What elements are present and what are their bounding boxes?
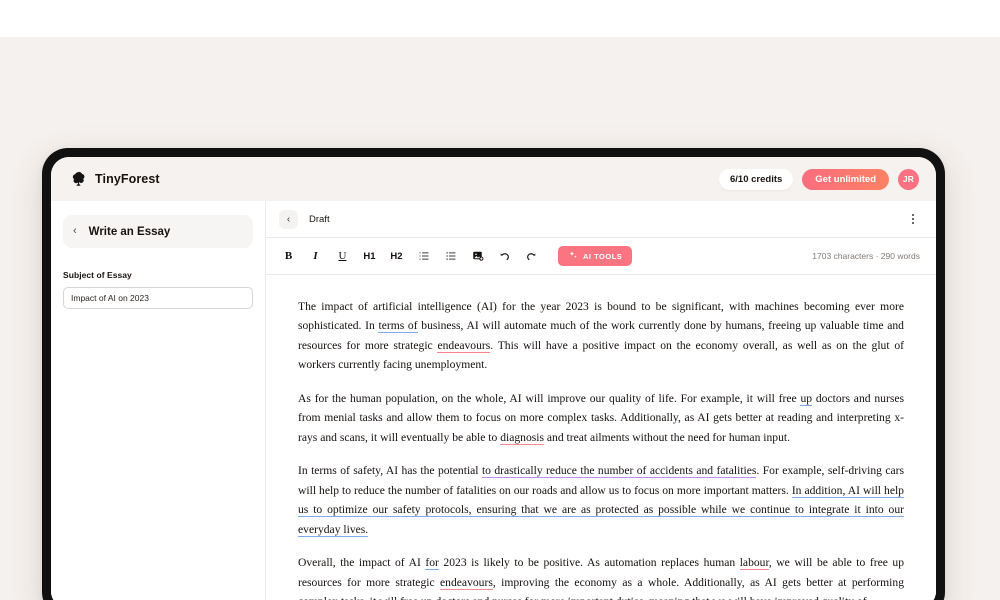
chevron-left-icon[interactable]: ‹ — [73, 226, 77, 237]
essay-paragraph: In terms of safety, AI has the potential… — [298, 461, 904, 539]
sidebar-header[interactable]: ‹ Write an Essay — [63, 215, 253, 248]
back-button[interactable]: ‹ — [279, 209, 298, 229]
header-actions: 6/10 credits Get unlimited JR — [719, 168, 919, 190]
device-frame: TinyForest 6/10 credits Get unlimited JR… — [42, 148, 945, 600]
essay-paragraph: As for the human population, on the whol… — [298, 389, 904, 447]
essay-text: As for the human population, on the whol… — [298, 391, 801, 405]
undo-button[interactable] — [494, 246, 515, 267]
essay-paragraph: Overall, the impact of AI for 2023 is li… — [298, 553, 904, 600]
character-word-count: 1703 characters · 290 words — [812, 251, 920, 261]
app-body: ‹ Write an Essay Subject of Essay ‹ Draf… — [51, 201, 936, 600]
get-unlimited-button[interactable]: Get unlimited — [802, 168, 889, 190]
bullet-list-button[interactable] — [440, 246, 461, 267]
avatar[interactable]: JR — [898, 168, 919, 190]
essay-paragraph: The impact of artificial intelligence (A… — [298, 297, 904, 375]
main-panel: ‹ Draft B I U H1 H2 AI TOOLS 1703 charac… — [266, 201, 936, 600]
app-header: TinyForest 6/10 credits Get unlimited JR — [51, 157, 936, 201]
brand-name: TinyForest — [95, 172, 160, 186]
sparkles-icon — [568, 250, 578, 262]
essay-text: Overall, the impact of AI — [298, 556, 426, 570]
suggestion-red[interactable]: labour — [739, 556, 769, 571]
suggestion-blue[interactable]: up — [800, 391, 813, 406]
subject-field-label: Subject of Essay — [63, 270, 132, 280]
redo-button[interactable] — [521, 246, 542, 267]
suggestion-red[interactable]: endeavours — [437, 338, 491, 353]
sidebar: ‹ Write an Essay Subject of Essay — [51, 201, 266, 600]
suggestion-blue[interactable]: for — [425, 556, 439, 571]
heading2-button[interactable]: H2 — [386, 246, 407, 267]
brand-logo[interactable]: TinyForest — [70, 171, 160, 188]
document-title: Draft — [309, 213, 330, 225]
screenshot-stage: TinyForest 6/10 credits Get unlimited JR… — [0, 0, 1000, 600]
ai-tools-button[interactable]: AI TOOLS — [558, 246, 633, 266]
ordered-list-button[interactable] — [413, 246, 434, 267]
sidebar-title: Write an Essay — [88, 225, 171, 238]
credits-badge[interactable]: 6/10 credits — [719, 168, 794, 190]
device-screen: TinyForest 6/10 credits Get unlimited JR… — [51, 157, 936, 600]
suggestion-red[interactable]: endeavours — [440, 575, 493, 590]
document-header: ‹ Draft — [266, 201, 936, 238]
suggestion-blue[interactable]: terms of — [378, 319, 418, 334]
heading1-button[interactable]: H1 — [359, 246, 380, 267]
suggestion-purple[interactable]: to drastically reduce the number of acci… — [481, 464, 757, 479]
essay-editor[interactable]: The impact of artificial intelligence (A… — [266, 275, 936, 600]
suggestion-red[interactable]: diagnosis — [500, 430, 545, 445]
essay-text: 2023 is likely to be positive. As automa… — [438, 556, 740, 570]
kebab-menu-icon[interactable] — [906, 211, 920, 227]
editor-toolbar: B I U H1 H2 AI TOOLS 1703 characters · 2… — [266, 238, 936, 275]
underline-button[interactable]: U — [332, 246, 353, 267]
subject-field-block: Subject of Essay — [63, 270, 253, 309]
essay-text: In terms of safety, AI has the potential — [298, 464, 482, 478]
tree-logo-icon — [70, 171, 87, 188]
essay-text: and treat ailments without the need for … — [544, 430, 790, 444]
insert-image-button[interactable] — [467, 246, 488, 267]
subject-input[interactable] — [63, 287, 253, 309]
bold-button[interactable]: B — [278, 246, 299, 267]
italic-button[interactable]: I — [305, 246, 326, 267]
ai-tools-label: AI TOOLS — [583, 251, 623, 261]
